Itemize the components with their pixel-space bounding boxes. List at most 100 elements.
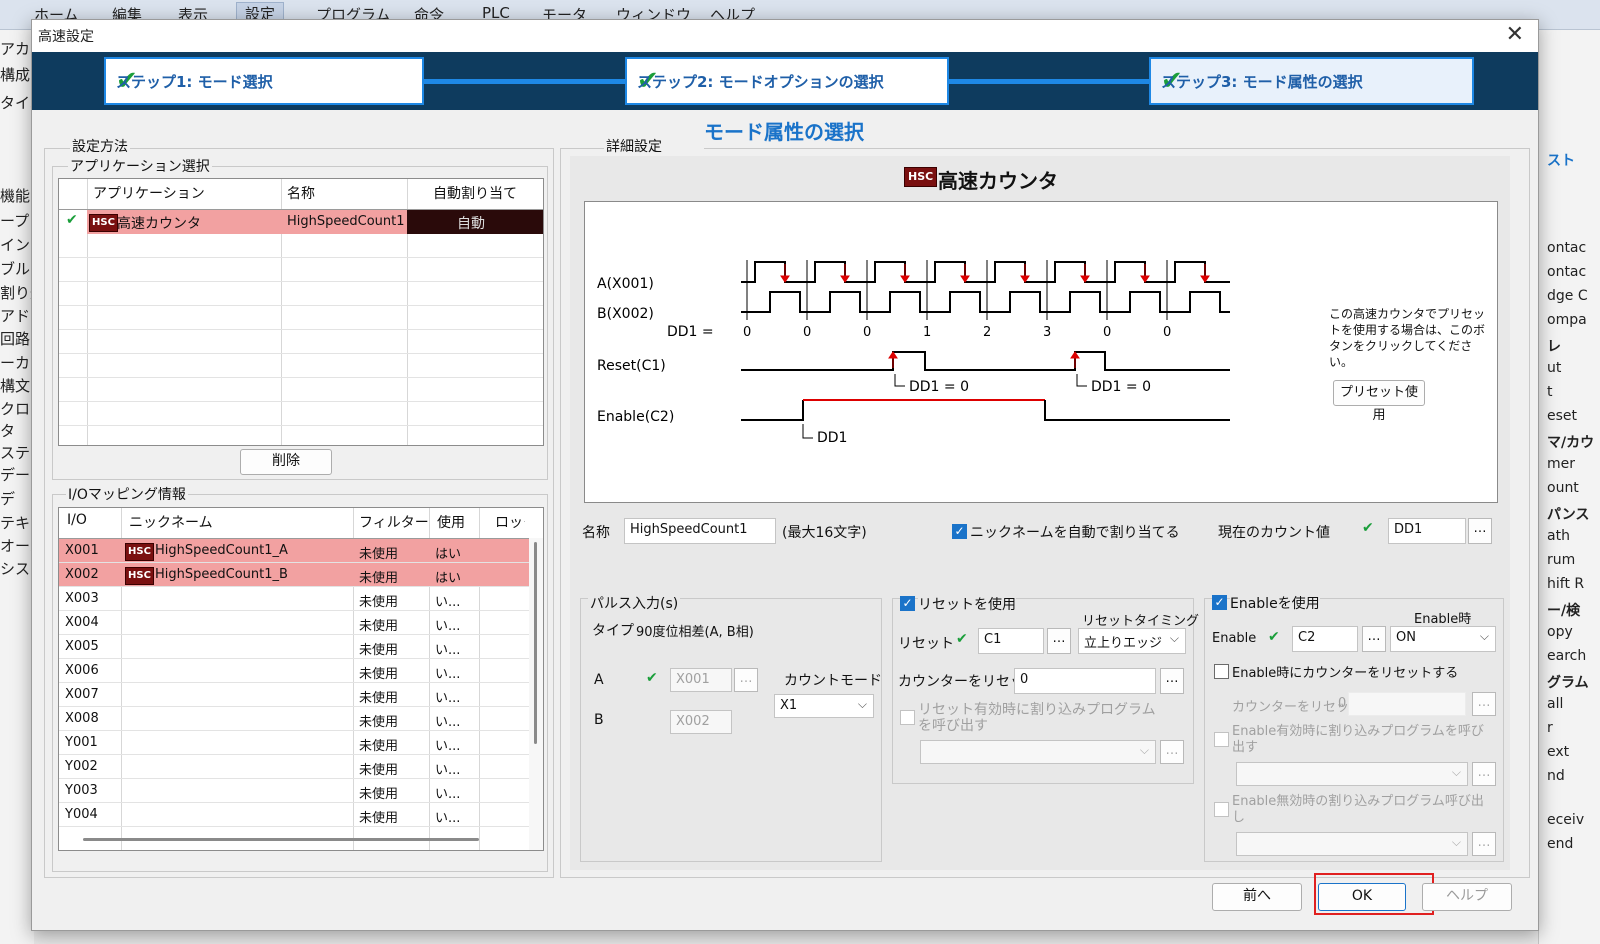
reset-interrupt-select[interactable]: ⌵ (920, 740, 1156, 764)
left-panel-item[interactable]: デ (0, 488, 34, 509)
left-panel-item[interactable]: ープロ (0, 210, 34, 231)
io-table-row[interactable]: X002 HSC HighSpeedCount1_B 未使用 はい (59, 563, 529, 587)
right-panel-item[interactable]: ー/検 (1547, 600, 1600, 620)
help-button[interactable]: ヘルプ (1422, 883, 1512, 911)
io-table-row[interactable]: Y001 未使用 い... (59, 731, 529, 755)
col-nickname[interactable]: ニックネーム (129, 512, 213, 532)
horizontal-scrollbar-thumb[interactable] (83, 838, 479, 841)
vertical-scrollbar[interactable] (529, 538, 543, 850)
io-table-row[interactable]: X006 未使用 い... (59, 659, 529, 683)
ok-button[interactable]: OK (1318, 883, 1406, 911)
left-panel-item[interactable]: ーカ (0, 352, 34, 373)
left-panel-item[interactable]: ステー (0, 442, 34, 463)
enable-browse-button[interactable]: … (1362, 626, 1386, 652)
reset-interrupt-browse-button[interactable]: … (1160, 740, 1184, 764)
right-panel-item[interactable]: ontac (1547, 240, 1600, 256)
current-count-browse-button[interactable]: … (1468, 518, 1492, 544)
col-lock[interactable]: ロック (495, 512, 525, 532)
right-panel-item[interactable]: ount (1547, 480, 1600, 496)
io-table-row[interactable]: X008 未使用 い... (59, 707, 529, 731)
right-panel-item[interactable]: dge C (1547, 288, 1600, 304)
io-table-row[interactable]: Y004 未使用 い... (59, 803, 529, 827)
io-table-row[interactable]: X001 HSC HighSpeedCount1_A 未使用 はい (59, 539, 529, 563)
enable-counter-reset-browse-button[interactable]: … (1472, 692, 1496, 716)
left-panel-item[interactable]: タイム (0, 92, 34, 113)
use-enable-checkbox[interactable]: ✓ (1212, 595, 1227, 610)
io-table-row[interactable]: X007 未使用 い... (59, 683, 529, 707)
enable-interrupt-on-checkbox[interactable] (1214, 732, 1229, 747)
left-panel-item[interactable]: システ (0, 558, 34, 579)
reset-interrupt-checkbox[interactable] (900, 710, 915, 725)
left-panel-item[interactable]: オーバ (0, 535, 34, 556)
pulse-b-input[interactable]: X002 (670, 710, 732, 734)
right-panel-item[interactable]: eceiv (1547, 812, 1600, 828)
col-name[interactable]: 名称 (287, 183, 315, 203)
enable-when-select[interactable]: ON ⌵ (1390, 626, 1496, 652)
col-auto-assign[interactable]: 自動割り当て (433, 183, 517, 203)
delete-button[interactable]: 削除 (240, 449, 332, 475)
auto-nickname-checkbox[interactable]: ✓ (952, 524, 967, 539)
reset-timing-select[interactable]: 立上りエッジ ⌵ (1078, 628, 1186, 654)
right-panel-item[interactable]: ath (1547, 528, 1600, 544)
pulse-a-input[interactable]: X001 (670, 668, 732, 692)
io-table-row[interactable]: X005 未使用 い... (59, 635, 529, 659)
left-panel-item[interactable]: データ (0, 464, 34, 485)
right-panel-item[interactable]: パンス (1547, 504, 1600, 524)
right-panel-item[interactable]: eset (1547, 408, 1600, 424)
close-icon[interactable]: ✕ (1506, 22, 1524, 47)
counter-reset-browse-button[interactable]: … (1160, 668, 1184, 694)
use-reset-checkbox[interactable]: ✓ (900, 596, 915, 611)
enable-interrupt-on-browse-button[interactable]: … (1472, 762, 1496, 786)
right-panel-item[interactable]: ext (1547, 744, 1600, 760)
name-input[interactable]: HighSpeedCount1 (624, 518, 776, 544)
io-table-row[interactable]: Y003 未使用 い... (59, 779, 529, 803)
left-panel-item[interactable]: タ (0, 420, 34, 441)
col-use[interactable]: 使用 (437, 512, 465, 532)
enable-interrupt-off-select[interactable]: ⌵ (1236, 832, 1468, 856)
left-panel-item[interactable]: クロス (0, 398, 34, 419)
right-panel-item[interactable]: レ (1547, 336, 1600, 356)
enable-interrupt-off-browse-button[interactable]: … (1472, 832, 1496, 856)
right-panel-item[interactable]: t (1547, 384, 1600, 400)
right-panel-item[interactable]: ontac (1547, 264, 1600, 280)
left-panel-item[interactable]: 回路 (0, 328, 34, 349)
right-panel-item[interactable]: ut (1547, 360, 1600, 376)
left-panel-item[interactable]: 構成 (0, 64, 34, 85)
right-panel-item[interactable]: rum (1547, 552, 1600, 568)
counter-reset-input[interactable]: 0 (1014, 668, 1156, 694)
right-panel-item[interactable]: グラム (1547, 672, 1600, 692)
col-filter[interactable]: フィルター (359, 512, 429, 532)
current-count-input[interactable]: DD1 (1388, 518, 1466, 544)
app-row-selected[interactable]: ✔ HSC 高速カウンタ HighSpeedCount1 自動 (59, 210, 543, 234)
right-panel-item[interactable]: r (1547, 720, 1600, 736)
right-panel-item[interactable]: end (1547, 836, 1600, 852)
scrollbar-thumb[interactable] (534, 542, 537, 744)
left-panel-item[interactable]: 割り込 (0, 282, 34, 303)
left-panel-item[interactable]: 機能 (0, 185, 34, 206)
io-table-row[interactable]: X004 未使用 い... (59, 611, 529, 635)
right-panel-item[interactable]: opy (1547, 624, 1600, 640)
left-panel-item[interactable]: アカ (0, 38, 34, 59)
right-panel-item[interactable]: all (1547, 696, 1600, 712)
left-panel-item[interactable]: テキス (0, 512, 34, 533)
left-panel-item[interactable]: 構文 (0, 375, 34, 396)
enable-counter-reset-input[interactable] (1348, 692, 1466, 716)
reset-input[interactable]: C1 (978, 628, 1044, 654)
right-panel-item[interactable]: ompa (1547, 312, 1600, 328)
right-panel-item[interactable]: earch (1547, 648, 1600, 664)
reset-browse-button[interactable]: … (1047, 628, 1071, 654)
right-panel-item[interactable]: mer (1547, 456, 1600, 472)
reset-on-enable-checkbox[interactable] (1214, 664, 1229, 679)
preset-button[interactable]: プリセット使用 (1333, 380, 1425, 423)
left-panel-item[interactable]: ブル (0, 258, 34, 279)
right-panel-item[interactable]: hift R (1547, 576, 1600, 592)
count-mode-select[interactable]: X1 ⌵ (774, 694, 874, 718)
enable-interrupt-off-checkbox[interactable] (1214, 802, 1229, 817)
back-button[interactable]: 前へ (1212, 883, 1302, 911)
col-io[interactable]: I/O (67, 512, 87, 528)
enable-interrupt-on-select[interactable]: ⌵ (1236, 762, 1468, 786)
left-panel-item[interactable]: アドレ (0, 305, 34, 326)
left-panel-item[interactable]: イン (0, 234, 34, 255)
right-panel-item[interactable]: マ/カウ (1547, 432, 1600, 452)
io-table-row[interactable]: Y002 未使用 い... (59, 755, 529, 779)
